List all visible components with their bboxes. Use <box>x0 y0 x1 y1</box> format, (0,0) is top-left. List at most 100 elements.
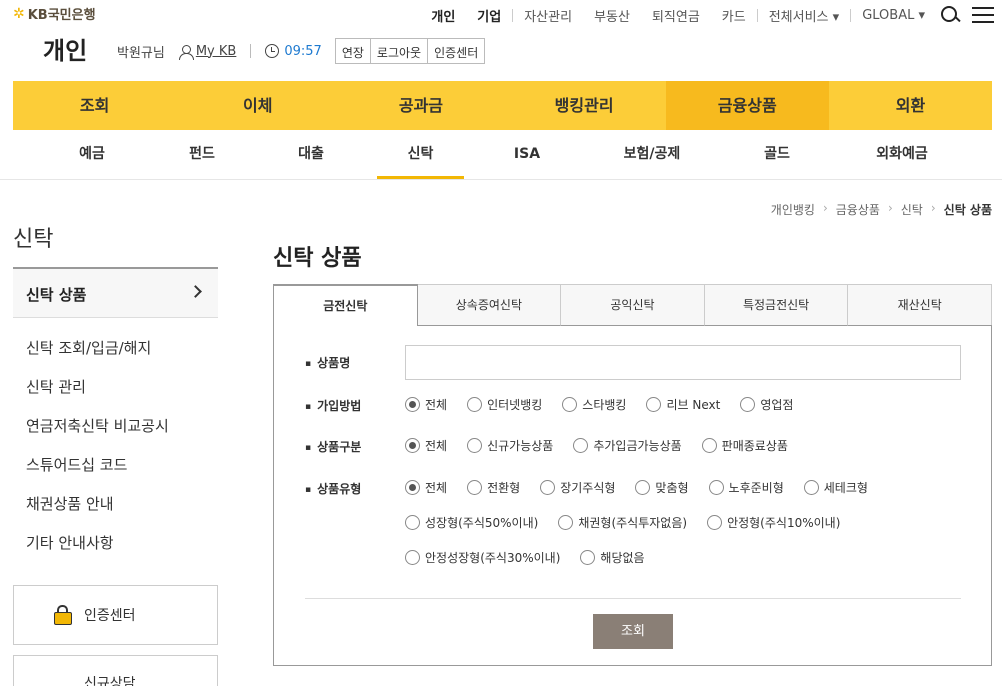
radio-label: 해당없음 <box>600 551 645 565</box>
radio-category-ended[interactable]: 판매종료상품 <box>701 437 788 454</box>
radio-label: 영업점 <box>760 398 794 412</box>
radio-label: 안정성장형(주식30%이내) <box>425 551 561 565</box>
menu-icon[interactable] <box>972 7 994 23</box>
breadcrumb-item[interactable]: 개인뱅킹 <box>771 201 815 218</box>
radio-join-internet[interactable]: 인터넷뱅킹 <box>467 396 542 413</box>
topnav-personal[interactable]: 개인 <box>420 6 466 25</box>
topnav-asset[interactable]: 자산관리 <box>513 6 583 25</box>
consult-card[interactable]: 신규상담 <box>13 655 218 686</box>
radio-type-tax[interactable]: 세테크형 <box>803 479 868 496</box>
subnav-fund[interactable]: 펀드 <box>158 131 246 179</box>
radio-type-stable[interactable]: 안정형(주식10%이내) <box>707 514 840 531</box>
radio-join-liiv[interactable]: 리브 Next <box>646 396 720 413</box>
radio-icon <box>540 480 556 495</box>
logout-button[interactable]: 로그아웃 <box>369 38 429 64</box>
radio-join-branch[interactable]: 영업점 <box>740 396 793 413</box>
sidebar-item[interactable]: 연금저축신탁 비교공시 <box>26 415 169 436</box>
tab-public-trust[interactable]: 공익신탁 <box>561 284 705 326</box>
search-icon[interactable] <box>940 5 960 25</box>
sidebar-item[interactable]: 채권상품 안내 <box>26 493 114 514</box>
radio-checked-icon <box>405 438 420 453</box>
radio-label: 전체 <box>425 398 448 412</box>
radio-type-bond[interactable]: 채권형(주식투자없음) <box>558 514 687 531</box>
search-button[interactable]: 조회 <box>593 614 673 649</box>
radio-label: 노후준비형 <box>728 481 784 495</box>
radio-label: 리브 Next <box>666 398 721 412</box>
radio-type-longterm[interactable]: 장기주식형 <box>540 479 615 496</box>
subnav-deposit[interactable]: 예금 <box>48 131 136 179</box>
mainnav-products[interactable]: 금융상품 <box>665 81 829 130</box>
subnav-gold[interactable]: 골드 <box>733 131 821 179</box>
kb-logo[interactable]: ✲ KB국민은행 <box>13 4 96 24</box>
breadcrumb-item[interactable]: 신탁 <box>901 201 923 218</box>
radio-label: 신규가능상품 <box>487 439 554 453</box>
divider <box>305 598 961 599</box>
radio-label: 전체 <box>425 481 448 495</box>
radio-join-all[interactable]: 전체 <box>405 396 447 413</box>
tab-property-trust[interactable]: 재산신탁 <box>848 284 992 326</box>
tab-money-trust[interactable]: 금전신탁 <box>273 284 418 326</box>
radio-label: 채권형(주식투자없음) <box>578 516 688 530</box>
radio-category-additional[interactable]: 추가입금가능상품 <box>573 437 682 454</box>
subnav-insurance[interactable]: 보험/공제 <box>604 131 700 179</box>
radio-icon <box>467 438 483 453</box>
mykb-link[interactable]: My KB <box>196 44 237 59</box>
mainnav-utility[interactable]: 공과금 <box>339 81 502 130</box>
mainnav-banking[interactable]: 뱅킹관리 <box>503 81 666 130</box>
subnav-isa[interactable]: ISA <box>483 131 571 179</box>
radio-icon <box>558 515 574 530</box>
sidebar-item[interactable]: 기타 안내사항 <box>26 532 114 553</box>
radio-join-star[interactable]: 스타뱅킹 <box>562 396 626 413</box>
radio-type-stable-growth[interactable]: 안정성장형(주식30%이내) <box>405 549 560 566</box>
topnav-pension[interactable]: 퇴직연금 <box>641 6 711 25</box>
mainnav-forex[interactable]: 외환 <box>829 81 992 130</box>
sub-navigation: 예금 펀드 대출 신탁 ISA 보험/공제 골드 외화예금 <box>0 131 1002 180</box>
radio-icon <box>707 515 723 530</box>
consult-label: 신규상담 <box>84 676 136 686</box>
category-group: 전체 신규가능상품 추가입금가능상품 판매종료상품 <box>405 437 808 454</box>
sidebar-item[interactable]: 신탁 관리 <box>26 376 86 397</box>
breadcrumb-item[interactable]: 금융상품 <box>836 201 880 218</box>
topnav-realestate[interactable]: 부동산 <box>583 6 641 25</box>
radio-type-custom[interactable]: 맞춤형 <box>635 479 689 496</box>
radio-type-convert[interactable]: 전환형 <box>467 479 520 496</box>
radio-icon <box>467 397 483 412</box>
sidebar-item[interactable]: 신탁 조회/입금/해지 <box>26 337 151 358</box>
mainnav-transfer[interactable]: 이체 <box>176 81 339 130</box>
subnav-trust[interactable]: 신탁 <box>377 131 464 179</box>
radio-type-all[interactable]: 전체 <box>405 479 447 496</box>
radio-checked-icon <box>405 480 420 495</box>
sidebar-item-active[interactable]: 신탁 상품 <box>13 267 218 318</box>
tab-inheritance-trust[interactable]: 상속증여신탁 <box>417 284 562 326</box>
user-bar: 박원규님 My KB 09:57 연장 로그아웃 인증센터 <box>117 38 486 64</box>
lock-icon <box>54 605 72 625</box>
radio-label: 세테크형 <box>823 481 868 495</box>
tab-specific-money-trust[interactable]: 특정금전신탁 <box>704 284 849 326</box>
global-menu[interactable]: GLOBAL ▾ <box>851 8 936 23</box>
cert-center-card[interactable]: 인증센터 <box>13 585 218 645</box>
type-group-row3: 안정성장형(주식30%이내) 해당없음 <box>405 549 665 566</box>
subnav-foreign-deposit[interactable]: 외화예금 <box>854 131 950 179</box>
radio-checked-icon <box>405 397 420 412</box>
all-services-menu[interactable]: 전체서비스 ▾ <box>758 6 850 25</box>
radio-type-growth[interactable]: 성장형(주식50%이내) <box>405 514 538 531</box>
subnav-loan[interactable]: 대출 <box>267 131 355 179</box>
mainnav-inquiry[interactable]: 조회 <box>13 81 176 130</box>
product-name-input[interactable] <box>405 345 961 380</box>
cert-center-button[interactable]: 인증센터 <box>427 38 486 64</box>
sidebar-title: 신탁 <box>13 227 54 252</box>
divider <box>250 44 252 58</box>
logo-text: KB국민은행 <box>27 8 96 23</box>
radio-type-none[interactable]: 해당없음 <box>580 549 645 566</box>
page-title: 신탁 상품 <box>273 246 362 271</box>
radio-label: 전체 <box>425 439 448 453</box>
sidebar-item[interactable]: 스튜어드십 코드 <box>26 454 127 475</box>
topnav-business[interactable]: 기업 <box>466 6 512 25</box>
radio-category-new[interactable]: 신규가능상품 <box>467 437 553 454</box>
top-navigation: 개인 기업 자산관리 부동산 퇴직연금 카드 전체서비스 ▾ GLOBAL ▾ <box>420 5 1002 25</box>
radio-type-retirement[interactable]: 노후준비형 <box>708 479 784 496</box>
topnav-card[interactable]: 카드 <box>711 6 757 25</box>
radio-icon <box>708 480 724 495</box>
radio-category-all[interactable]: 전체 <box>405 437 447 454</box>
extend-button[interactable]: 연장 <box>334 38 371 64</box>
